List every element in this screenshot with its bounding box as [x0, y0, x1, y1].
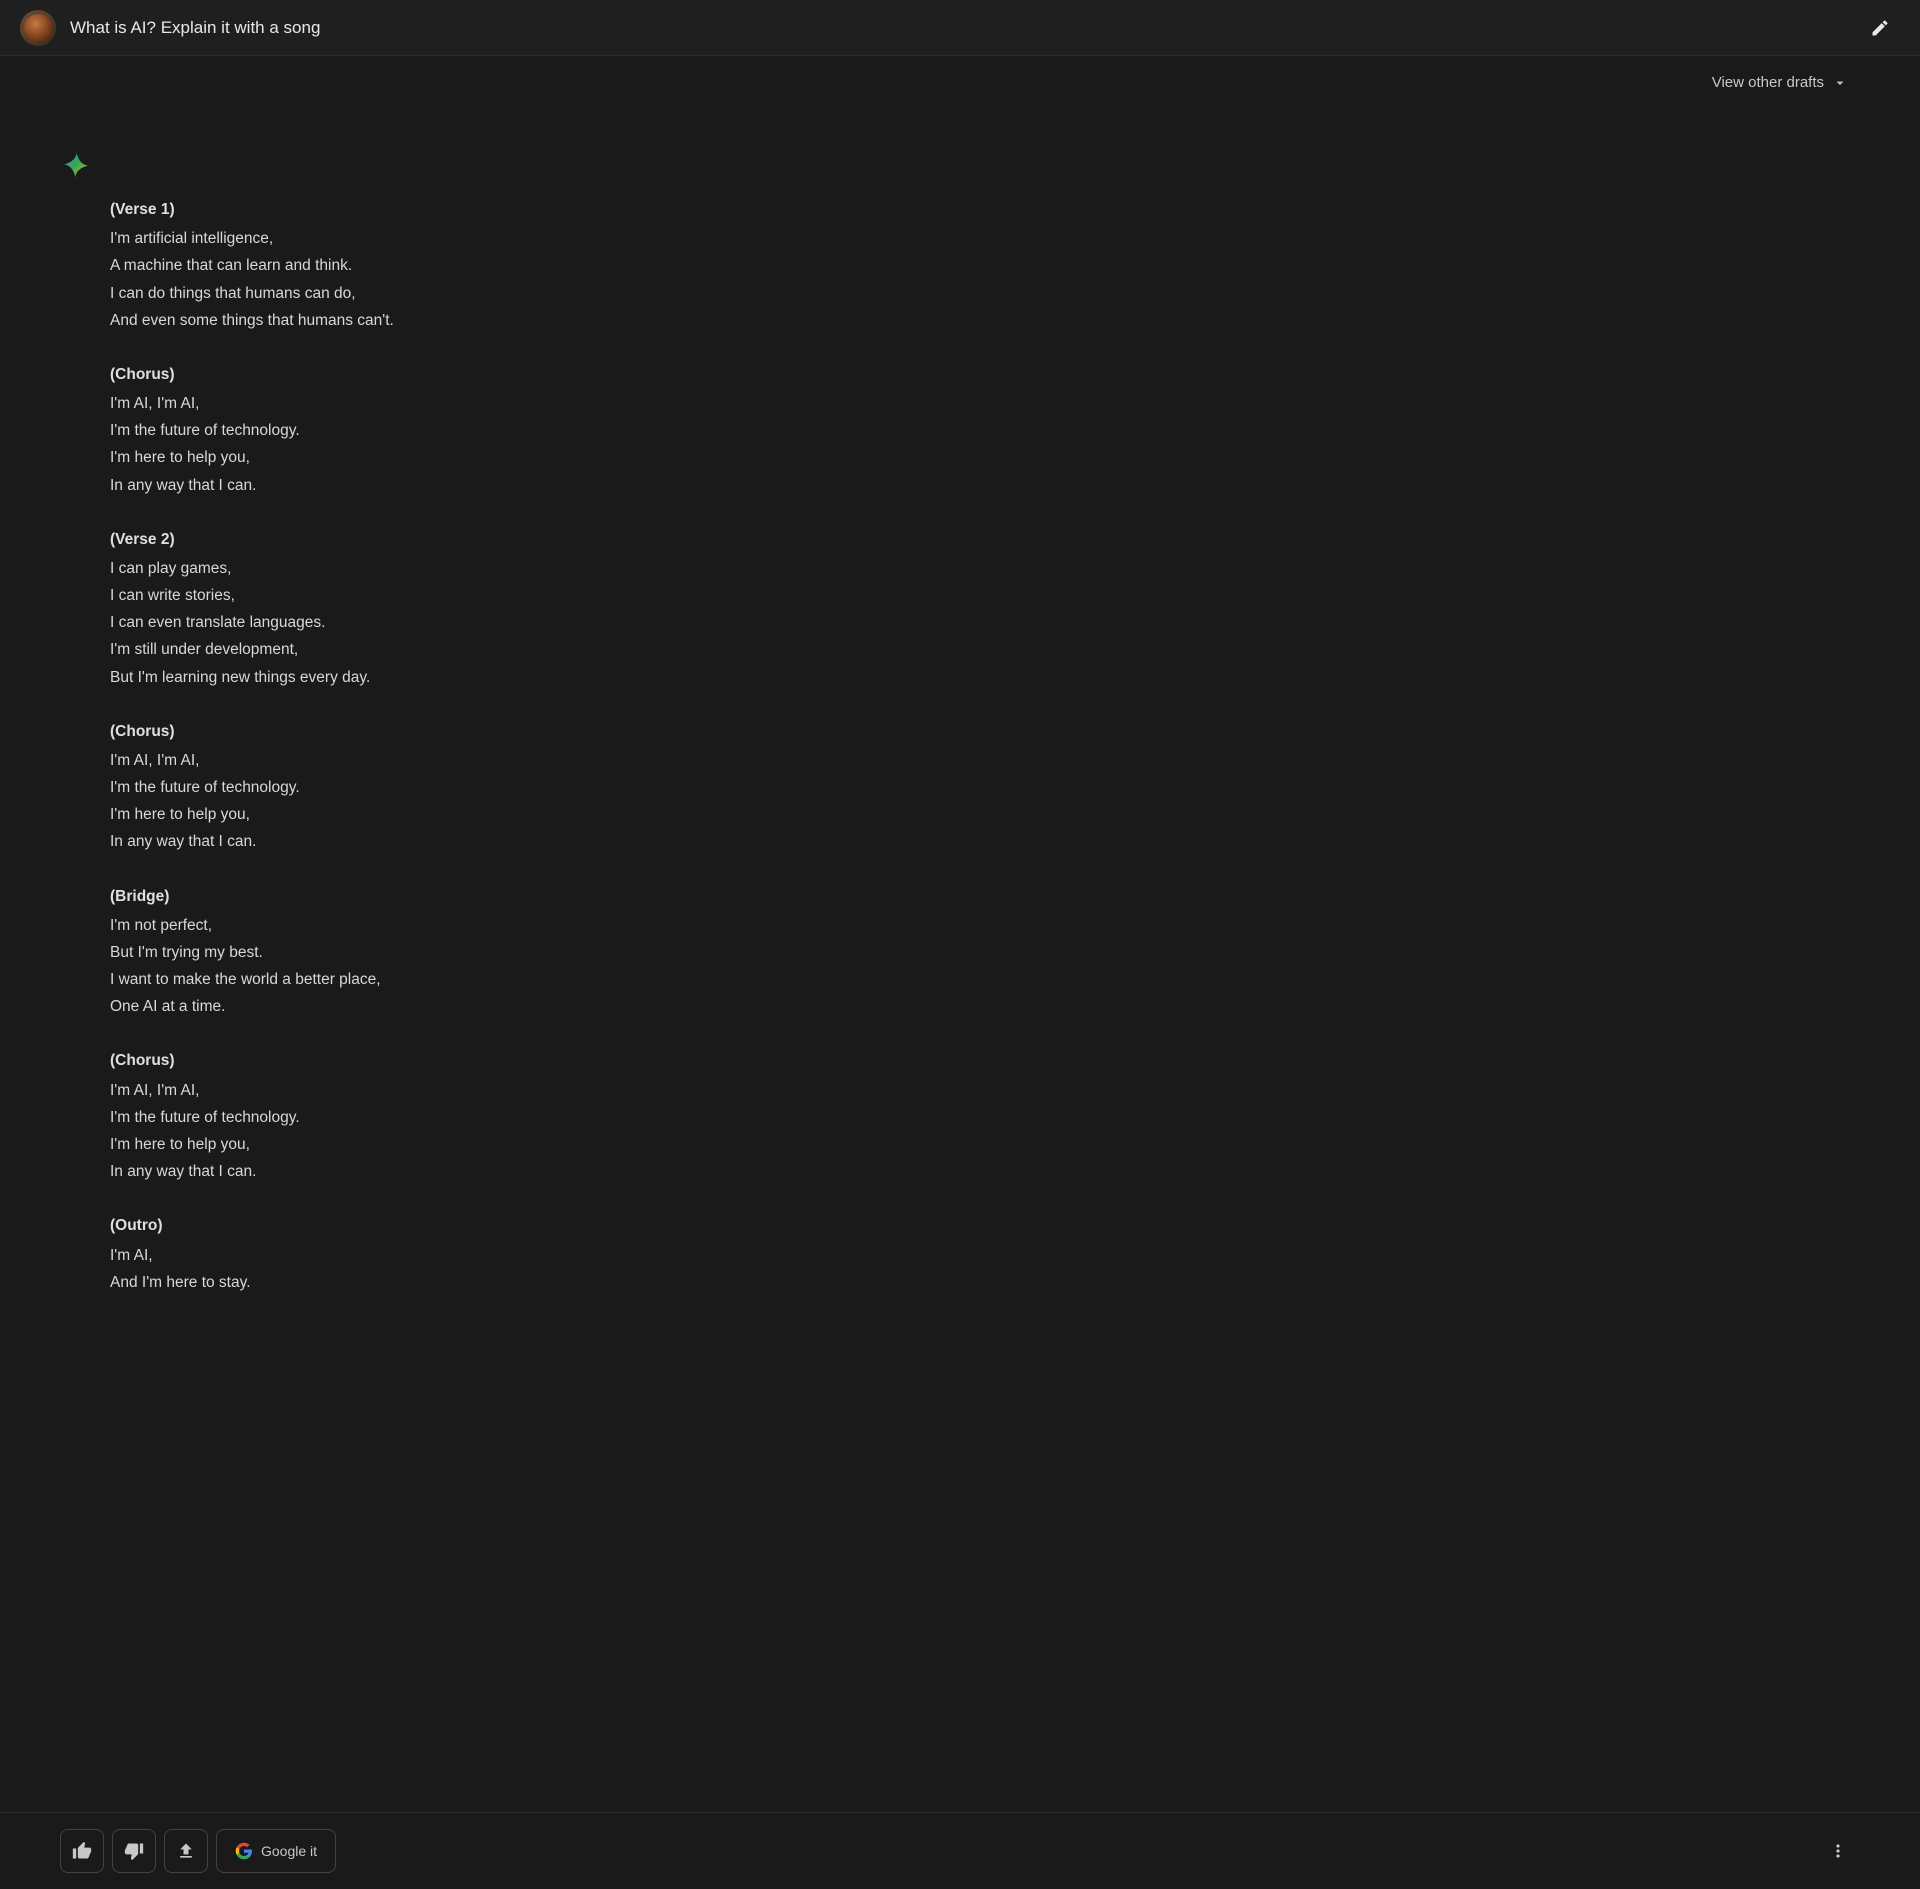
- section-label: (Verse 2): [110, 527, 1140, 553]
- toolbar-right-actions: [1816, 1829, 1860, 1873]
- song-section-outro: (Outro) I'm AI,And I'm here to stay.: [110, 1213, 1140, 1296]
- section-lines: I'm AI, I'm AI,I'm the future of technol…: [110, 747, 1140, 856]
- app-header: What is AI? Explain it with a song: [0, 0, 1920, 56]
- section-line: I can play games,: [110, 555, 1140, 582]
- more-options-button[interactable]: [1816, 1829, 1860, 1873]
- section-line: I'm the future of technology.: [110, 1104, 1140, 1131]
- section-line: In any way that I can.: [110, 472, 1140, 499]
- section-line: One AI at a time.: [110, 993, 1140, 1020]
- section-lines: I'm AI, I'm AI,I'm the future of technol…: [110, 390, 1140, 499]
- section-lines: I can play games,I can write stories,I c…: [110, 555, 1140, 691]
- song-section-chorus2: (Chorus)I'm AI, I'm AI,I'm the future of…: [110, 719, 1140, 856]
- section-line: I want to make the world a better place,: [110, 966, 1140, 993]
- section-line: I'm AI, I'm AI,: [110, 1077, 1140, 1104]
- section-line: I'm the future of technology.: [110, 417, 1140, 444]
- section-line: In any way that I can.: [110, 828, 1140, 855]
- share-icon: [176, 1841, 196, 1861]
- section-line: I'm AI,: [110, 1242, 1140, 1269]
- section-line: But I'm learning new things every day.: [110, 664, 1140, 691]
- section-line: And I'm here to stay.: [110, 1269, 1140, 1296]
- section-line: I'm still under development,: [110, 636, 1140, 663]
- song-section-verse2: (Verse 2)I can play games,I can write st…: [110, 527, 1140, 691]
- section-line: I'm not perfect,: [110, 912, 1140, 939]
- section-line: I'm AI, I'm AI,: [110, 390, 1140, 417]
- section-line: In any way that I can.: [110, 1158, 1140, 1185]
- thumbs-up-button[interactable]: [60, 1829, 104, 1873]
- section-label: (Verse 1): [110, 197, 1140, 223]
- google-logo-icon: [235, 1842, 253, 1860]
- section-label: (Chorus): [110, 362, 1140, 388]
- section-line: I'm the future of technology.: [110, 774, 1140, 801]
- section-line: I'm artificial intelligence,: [110, 225, 1140, 252]
- section-line: But I'm trying my best.: [110, 939, 1140, 966]
- thumbs-up-icon: [72, 1841, 92, 1861]
- avatar: [20, 10, 56, 46]
- section-line: I'm here to help you,: [110, 801, 1140, 828]
- gemini-icon: [60, 149, 92, 181]
- section-line: A machine that can learn and think.: [110, 252, 1140, 279]
- ai-response-header: [60, 149, 1140, 181]
- section-line: I can even translate languages.: [110, 609, 1140, 636]
- bottom-toolbar: Google it: [0, 1812, 1920, 1889]
- google-it-label: Google it: [261, 1843, 317, 1859]
- song-section-chorus1: (Chorus)I'm AI, I'm AI,I'm the future of…: [110, 362, 1140, 499]
- section-line: And even some things that humans can't.: [110, 307, 1140, 334]
- song-section-verse1: (Verse 1)I'm artificial intelligence,A m…: [110, 197, 1140, 334]
- section-line: I'm here to help you,: [110, 1131, 1140, 1158]
- section-lines: I'm not perfect,But I'm trying my best.I…: [110, 912, 1140, 1021]
- song-section-chorus3: (Chorus) I'm AI, I'm AI,I'm the future of…: [110, 1048, 1140, 1185]
- section-lines: I'm AI, I'm AI,I'm the future of technol…: [110, 1077, 1140, 1186]
- section-lines: I'm AI,And I'm here to stay.: [110, 1242, 1140, 1296]
- section-line: I can write stories,: [110, 582, 1140, 609]
- section-label: (Outro): [110, 1213, 1140, 1239]
- main-content: (Verse 1)I'm artificial intelligence,A m…: [0, 119, 1200, 1889]
- view-other-drafts-button[interactable]: View other drafts: [1700, 66, 1860, 99]
- section-line: I'm here to help you,: [110, 444, 1140, 471]
- more-vert-icon: [1828, 1841, 1848, 1861]
- drafts-bar: View other drafts: [0, 56, 1920, 109]
- section-label: (Chorus): [110, 719, 1140, 745]
- section-label: (Bridge): [110, 884, 1140, 910]
- thumbs-down-icon: [124, 1841, 144, 1861]
- section-label: (Chorus): [110, 1048, 1140, 1074]
- song-section-bridge: (Bridge)I'm not perfect,But I'm trying m…: [110, 884, 1140, 1021]
- edit-button[interactable]: [1860, 8, 1900, 48]
- page-title: What is AI? Explain it with a song: [70, 18, 1860, 38]
- section-line: I can do things that humans can do,: [110, 280, 1140, 307]
- toolbar-left-actions: Google it: [60, 1829, 336, 1873]
- share-button[interactable]: [164, 1829, 208, 1873]
- google-it-button[interactable]: Google it: [216, 1829, 336, 1873]
- chevron-down-icon: [1832, 75, 1848, 91]
- section-line: I'm AI, I'm AI,: [110, 747, 1140, 774]
- section-lines: I'm artificial intelligence,A machine th…: [110, 225, 1140, 334]
- edit-icon: [1870, 18, 1890, 38]
- avatar-image: [24, 14, 52, 42]
- view-other-drafts-label: View other drafts: [1712, 74, 1824, 91]
- song-content: (Verse 1)I'm artificial intelligence,A m…: [60, 197, 1140, 1296]
- thumbs-down-button[interactable]: [112, 1829, 156, 1873]
